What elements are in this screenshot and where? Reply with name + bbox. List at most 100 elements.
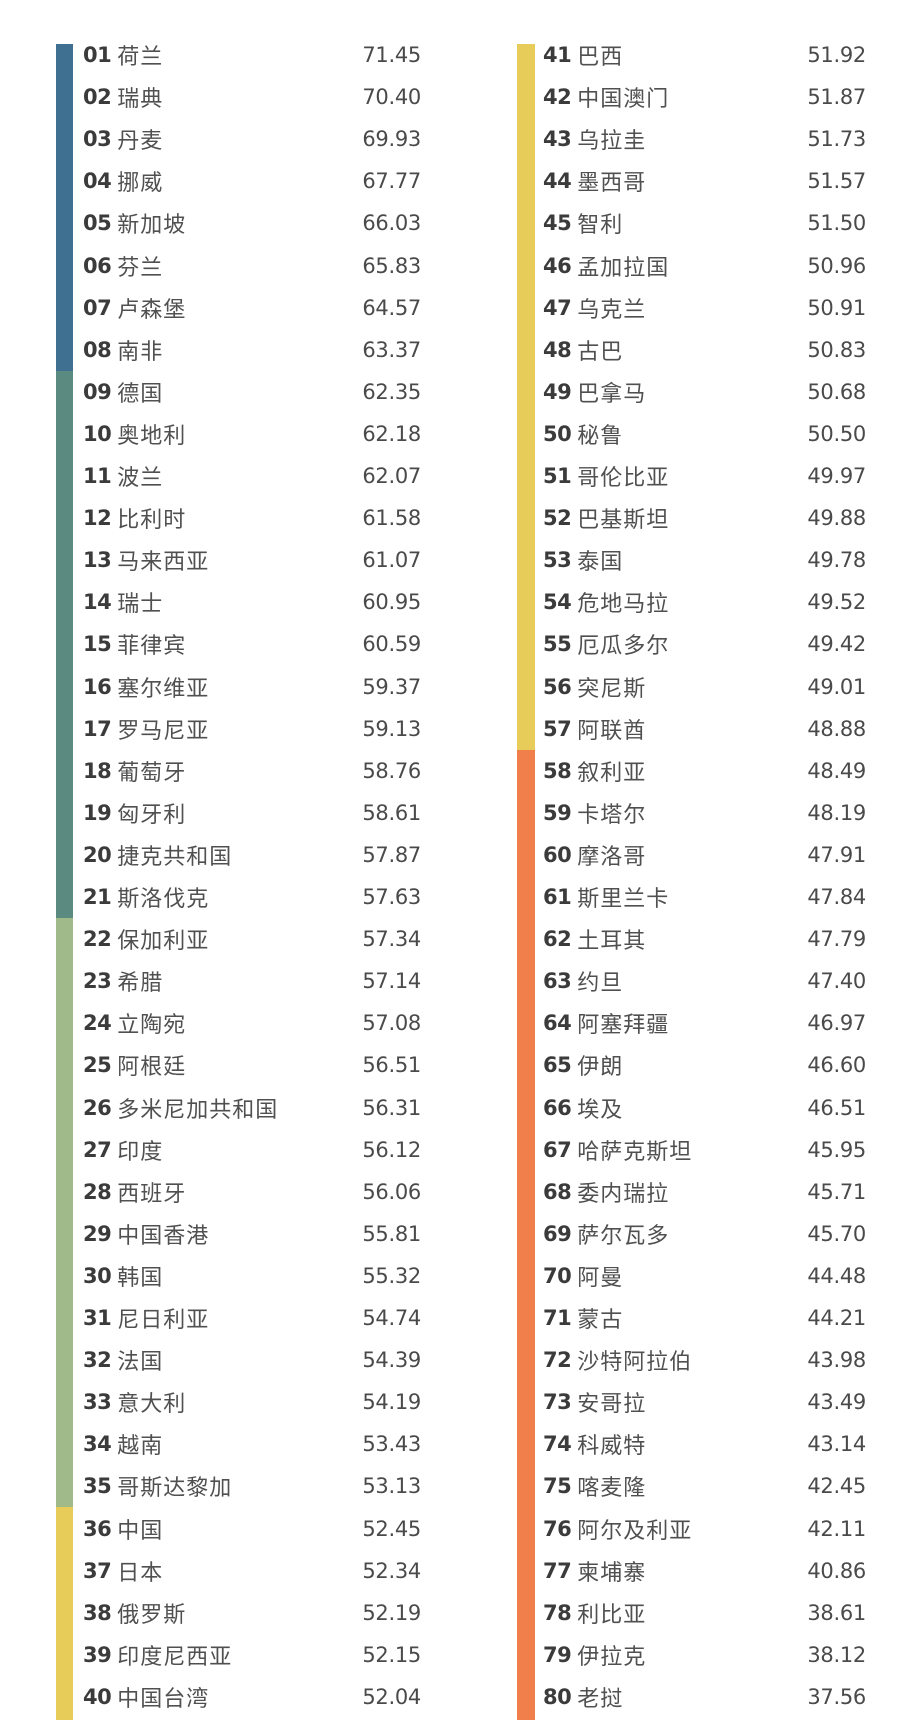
country-name: 乌拉圭	[577, 129, 647, 155]
tier-bar-segment	[517, 412, 535, 456]
country-name: 智利	[577, 213, 624, 239]
tier-bar-segment	[517, 1128, 535, 1172]
rank-number: 11	[83, 464, 112, 488]
rank-number: 02	[83, 85, 112, 110]
country-name: 中国台湾	[117, 1686, 210, 1712]
tier-bar-segment	[517, 160, 535, 203]
country-name: 卢森堡	[117, 297, 187, 323]
tier-bar-segment	[517, 1591, 535, 1635]
score-value: 51.50	[807, 211, 866, 236]
ranking-row: 24 立陶宛 57.08	[83, 1002, 421, 1044]
rank-number: 57	[543, 716, 572, 741]
rank-number: 09	[83, 379, 112, 404]
score-value: 49.88	[807, 506, 866, 531]
ranking-column-right: 41 巴西 51.92 42 中国澳门 51.87 43 乌拉圭 51.73 44 墨西哥 51.57…	[462, 0, 924, 1727]
ranking-row: 58 叙利亚 48.49	[543, 750, 866, 792]
score-value: 45.95	[807, 1137, 866, 1162]
tier-bar-segment	[56, 76, 73, 119]
rank-number: 34	[83, 1432, 112, 1457]
country-name: 芬兰	[117, 255, 164, 281]
ranking-row: 52 巴基斯坦 49.88	[543, 497, 866, 539]
rank-number: 48	[543, 337, 572, 362]
ranking-row: 73 安哥拉 43.49	[543, 1381, 866, 1423]
rank-number: 39	[83, 1642, 112, 1667]
ranking-row: 63 约旦 47.40	[543, 960, 866, 1002]
tier-bar-segment	[517, 539, 535, 582]
ranking-row: 68 委内瑞拉 45.71	[543, 1171, 866, 1213]
tier-bar-segment	[56, 665, 73, 709]
rank-number: 43	[543, 127, 572, 152]
rank-number: 51	[543, 464, 572, 488]
country-name: 秘鲁	[577, 423, 624, 449]
tier-bar-segment	[56, 412, 73, 456]
ranking-row: 64 阿塞拜疆 46.97	[543, 1002, 866, 1044]
tier-bar-segment	[56, 581, 73, 624]
rank-number: 22	[83, 927, 112, 952]
ranking-row: 20 捷克共和国 57.87	[83, 834, 421, 876]
ranking-row: 31 尼日利亚 54.74	[83, 1297, 421, 1339]
tier-bar-segment	[517, 1044, 535, 1088]
tier-bar-segment	[517, 244, 535, 288]
ranking-row: 12 比利时 61.58	[83, 497, 421, 539]
score-value: 43.49	[807, 1390, 866, 1415]
rank-number: 44	[543, 169, 572, 194]
ranking-row: 65 伊朗 46.60	[543, 1044, 866, 1086]
rank-number: 72	[543, 1348, 572, 1373]
score-value: 37.56	[807, 1684, 866, 1709]
country-name: 柬埔寨	[577, 1560, 647, 1586]
tier-bar-segment	[517, 707, 535, 751]
ranking-row: 46 孟加拉国 50.96	[543, 245, 866, 287]
country-name: 阿根廷	[117, 1055, 187, 1081]
country-name: 马来西亚	[117, 550, 210, 576]
rank-number: 67	[543, 1137, 572, 1162]
rank-number: 76	[543, 1516, 572, 1541]
rank-number: 21	[83, 885, 112, 909]
ranking-row: 59 卡塔尔 48.19	[543, 792, 866, 834]
rank-number: 38	[83, 1600, 112, 1625]
rank-number: 25	[83, 1053, 112, 1078]
score-value: 71.45	[362, 43, 421, 67]
score-value: 45.70	[807, 1221, 866, 1246]
score-value: 47.91	[807, 842, 866, 867]
country-name: 日本	[117, 1560, 164, 1586]
rank-number: 69	[543, 1221, 572, 1246]
tier-bar-segment	[517, 44, 535, 77]
rank-number: 50	[543, 421, 572, 446]
rank-number: 04	[83, 169, 112, 194]
tier-bar-segment	[517, 1423, 535, 1466]
ranking-row: 16 塞尔维亚 59.37	[83, 666, 421, 708]
tier-bar-segment	[56, 370, 73, 414]
score-value: 66.03	[362, 211, 421, 236]
score-value: 52.04	[362, 1684, 421, 1709]
ranking-row: 71 蒙古 44.21	[543, 1297, 866, 1339]
score-value: 51.92	[807, 43, 866, 67]
score-value: 55.81	[362, 1221, 421, 1246]
ranking-row: 02 瑞典 70.40	[83, 76, 421, 118]
tier-bar-segment	[517, 1339, 535, 1382]
country-name: 捷克共和国	[117, 844, 233, 870]
ranking-row: 22 保加利亚 57.34	[83, 918, 421, 960]
score-value: 51.73	[807, 127, 866, 152]
rank-number: 31	[83, 1306, 112, 1330]
rank-number: 26	[83, 1095, 112, 1120]
rank-number: 20	[83, 842, 112, 867]
ranking-row: 29 中国香港 55.81	[83, 1213, 421, 1255]
score-value: 54.39	[362, 1348, 421, 1373]
tier-bar-segment	[517, 370, 535, 414]
tier-bar-segment	[56, 1044, 73, 1088]
ranking-row: 33 意大利 54.19	[83, 1381, 421, 1423]
score-value: 53.13	[362, 1474, 421, 1499]
ranking-row: 39 印度尼西亚 52.15	[83, 1634, 421, 1676]
ranking-row: 45 智利 51.50	[543, 202, 866, 244]
tier-bar-segment	[517, 960, 535, 1003]
country-name: 危地马拉	[577, 592, 670, 618]
tier-bar-segment	[517, 202, 535, 246]
ranking-row: 66 埃及 46.51	[543, 1087, 866, 1129]
score-value: 46.97	[807, 1011, 866, 1036]
rank-number: 74	[543, 1432, 572, 1457]
score-value: 67.77	[362, 169, 421, 194]
rank-number: 78	[543, 1600, 572, 1625]
score-value: 64.57	[362, 295, 421, 320]
country-name: 厄瓜多尔	[577, 634, 670, 660]
rank-number: 23	[83, 969, 112, 994]
